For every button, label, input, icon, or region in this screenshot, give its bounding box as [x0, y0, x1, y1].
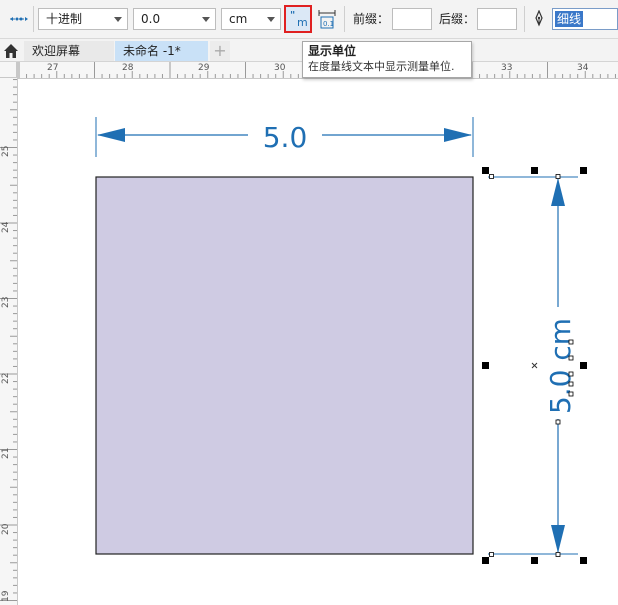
- svg-text:": ": [290, 10, 295, 21]
- text-position-icon: 0.1: [318, 10, 336, 29]
- ruler-label: 30: [274, 63, 286, 73]
- ruler-label: 23: [1, 296, 11, 308]
- unit-value: cm: [229, 12, 248, 26]
- vertical-dimension-text[interactable]: 5.0 cm: [544, 318, 577, 414]
- ruler-label: 28: [122, 63, 134, 73]
- suffix-label: 后缀：: [439, 12, 476, 26]
- ruler-label: 20: [1, 523, 11, 535]
- number-format-dropdown[interactable]: 十进制: [38, 8, 128, 30]
- ruler-label: 29: [198, 63, 210, 73]
- svg-text:0.1: 0.1: [323, 20, 334, 28]
- show-units-icon: " m: [290, 10, 308, 29]
- rectangle-shape[interactable]: [95, 176, 474, 555]
- horizontal-dimension-text[interactable]: 5.0: [263, 121, 308, 154]
- center-x-icon: [531, 362, 538, 369]
- suffix-input[interactable]: [477, 8, 517, 30]
- ruler-label: 19: [1, 590, 11, 602]
- tab-untitled-document[interactable]: 未命名 -1*: [115, 41, 208, 61]
- number-format-value: 十进制: [46, 12, 83, 26]
- outline-width-value: 细线: [555, 11, 584, 27]
- ruler-label: 27: [47, 63, 59, 73]
- svg-text:m: m: [297, 16, 308, 29]
- tab-welcome-screen[interactable]: 欢迎屏幕: [24, 41, 114, 61]
- tooltip-description: 在度量线文本中显示测量单位.: [308, 60, 455, 73]
- pen-icon: [531, 9, 547, 28]
- chevron-down-icon: [114, 17, 122, 22]
- chevron-down-icon: [202, 17, 210, 22]
- add-tab-button[interactable]: +: [210, 41, 230, 61]
- tooltip: 显示单位 在度量线文本中显示测量单位.: [302, 41, 472, 78]
- precision-value: 0.0: [141, 12, 161, 26]
- show-units-button[interactable]: " m: [284, 5, 312, 33]
- ruler-origin[interactable]: [0, 62, 17, 78]
- home-icon[interactable]: [3, 43, 19, 59]
- prefix-input[interactable]: [392, 8, 432, 30]
- property-bar: 十进制 0.0 cm " m 0.1 前缀： 后缀： 细线: [0, 0, 618, 39]
- outline-width-field[interactable]: 细线: [552, 8, 618, 30]
- ruler-label: 24: [1, 221, 11, 233]
- ruler-label: 25: [1, 145, 11, 157]
- prefix-label: 前缀：: [353, 12, 390, 26]
- dimension-style-icon[interactable]: [8, 8, 30, 30]
- drawing-canvas[interactable]: 5.0 5.0 cm: [18, 79, 618, 605]
- ruler-label: 22: [1, 372, 11, 384]
- precision-dropdown[interactable]: 0.0: [133, 8, 216, 30]
- ruler-label: 33: [501, 63, 513, 73]
- ruler-label: 21: [1, 447, 11, 459]
- ruler-label: 34: [577, 63, 589, 73]
- chevron-down-icon: [267, 17, 275, 22]
- tooltip-title: 显示单位: [308, 44, 357, 58]
- text-position-button[interactable]: 0.1: [316, 8, 338, 30]
- unit-dropdown[interactable]: cm: [221, 8, 281, 30]
- vertical-ruler[interactable]: 25 24 23 22 21 20 19: [0, 62, 18, 605]
